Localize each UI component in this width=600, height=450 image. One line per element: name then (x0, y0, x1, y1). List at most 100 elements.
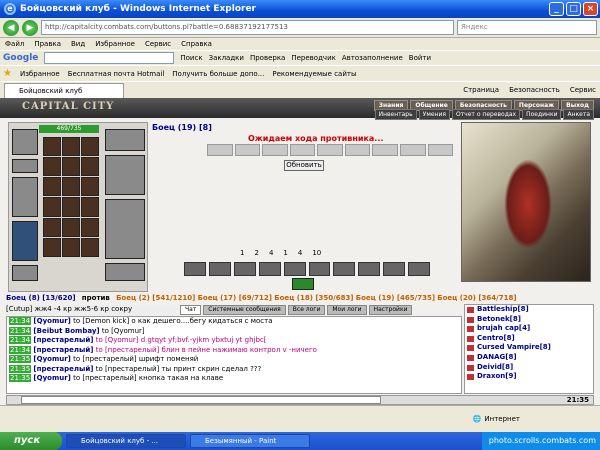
start-button[interactable]: пуск (0, 432, 62, 450)
google-autofill[interactable]: Автозаполнение (342, 54, 403, 62)
tab-my-logs[interactable]: Мои логи (327, 305, 367, 315)
action-button[interactable] (233, 262, 256, 276)
google-search-input[interactable] (44, 52, 175, 64)
chat-input[interactable] (21, 396, 381, 404)
google-spellcheck[interactable]: Проверка (250, 54, 285, 62)
chat-nick[interactable]: [Qyomur] (33, 317, 70, 325)
task-paint[interactable]: Безымянный - Paint (190, 434, 310, 448)
paperdoll-cell[interactable] (81, 177, 99, 197)
menu-view[interactable]: Вид (71, 38, 85, 50)
favorites-button[interactable]: Избранное (20, 70, 60, 78)
maximize-button[interactable]: □ (566, 2, 581, 16)
paperdoll-cell[interactable] (81, 237, 99, 257)
fav-link-hotmail[interactable]: Бесплатная почта Hotmail (68, 70, 165, 78)
paperdoll-cell[interactable] (43, 177, 61, 197)
paperdoll-cell[interactable] (81, 197, 99, 217)
task-ie[interactable]: Бойцовский клуб - ... (66, 434, 186, 448)
paperdoll-cell[interactable] (62, 217, 80, 237)
google-translate[interactable]: Переводчик (291, 54, 335, 62)
player-item[interactable]: Cursed Vampire[8] (465, 343, 593, 353)
google-signin[interactable]: Войти (409, 54, 431, 62)
paperdoll-cell[interactable] (43, 157, 61, 177)
weapon-slot[interactable] (12, 177, 38, 217)
versus-line: Боец (8) [13/620] против Боец (2) [541/1… (6, 294, 596, 304)
paperdoll-cell[interactable] (62, 177, 80, 197)
chat-line: 21:34 [Qyomur] to [Demon kick] о как деш… (7, 317, 461, 327)
action-button[interactable] (258, 262, 281, 276)
menu-tools[interactable]: Сервис (145, 38, 171, 50)
refresh-button[interactable]: Обновить (284, 160, 324, 171)
fav-link-addons[interactable]: Получить больше допо... (172, 70, 264, 78)
google-search-button[interactable]: Поиск (180, 54, 202, 62)
paperdoll-cell[interactable] (62, 157, 80, 177)
player-item[interactable]: Draxon[9] (465, 372, 593, 382)
player-item[interactable]: Battleship[8] (465, 305, 593, 315)
paperdoll-cell[interactable] (81, 217, 99, 237)
chat-nick[interactable]: [престарелый] (33, 346, 93, 354)
chat-nick[interactable]: [Beibut Bombay] (33, 327, 99, 335)
page-menu[interactable]: Страница (463, 86, 499, 94)
action-button[interactable] (333, 262, 356, 276)
legs-slot[interactable] (105, 199, 145, 259)
google-bookmarks[interactable]: Закладки (209, 54, 244, 62)
chat-nick[interactable]: [Qyomur] (33, 374, 70, 382)
safety-menu[interactable]: Безопасность (509, 86, 560, 94)
chat-nick[interactable]: [Qyomur] (33, 355, 70, 363)
paperdoll-cell[interactable] (43, 137, 61, 157)
amulet-slot[interactable] (12, 159, 38, 173)
minimize-button[interactable]: _ (549, 2, 564, 16)
search-input[interactable]: Яндекс (457, 20, 597, 35)
action-button[interactable] (184, 262, 206, 276)
player-item[interactable]: Centro[8] (465, 334, 593, 344)
nav-profile[interactable]: Анкета (563, 109, 594, 120)
fighter-name: Боец (19) [8] (152, 123, 212, 132)
chat-nick[interactable]: [престарелый] (33, 336, 93, 344)
forward-button[interactable]: ▶ (22, 19, 38, 36)
paperdoll-cell[interactable] (43, 217, 61, 237)
paperdoll-cell[interactable] (81, 157, 99, 177)
menu-help[interactable]: Справка (181, 38, 212, 50)
back-button[interactable]: ◀ (3, 19, 19, 36)
menu-file[interactable]: Файл (5, 38, 24, 50)
nav-skills[interactable]: Умения (418, 109, 450, 120)
close-button[interactable]: × (583, 2, 598, 16)
menu-edit[interactable]: Правка (34, 38, 61, 50)
paperdoll-cell[interactable] (62, 237, 80, 257)
player-item[interactable]: brujah cap[4] (465, 324, 593, 334)
player-item[interactable]: DANAG[8] (465, 353, 593, 363)
action-button[interactable] (383, 262, 406, 276)
helmet-slot[interactable] (12, 129, 38, 155)
paperdoll-cell[interactable] (81, 137, 99, 157)
address-input[interactable]: http://capitalcity.combats.com/buttons.p… (41, 20, 454, 35)
tab-settings[interactable]: Настройки (368, 305, 413, 315)
armor-slot[interactable] (12, 221, 38, 261)
paperdoll-cell[interactable] (43, 197, 61, 217)
action-button[interactable] (358, 262, 381, 276)
special-action-button[interactable] (292, 278, 314, 290)
paperdoll-cell[interactable] (43, 237, 61, 257)
chat-nick[interactable]: [престарелый] (33, 365, 93, 373)
tab-combats[interactable]: Бойцовский клуб (4, 82, 124, 98)
belt-slot[interactable] (12, 265, 38, 281)
tab-chat[interactable]: Чат (180, 305, 202, 315)
tools-menu[interactable]: Сервис (570, 86, 596, 94)
player-item[interactable]: Betonek[8] (465, 315, 593, 325)
action-button[interactable] (408, 262, 431, 276)
shield-slot[interactable] (105, 155, 145, 195)
action-button[interactable] (308, 262, 331, 276)
ring-slots[interactable] (105, 129, 145, 151)
nav-inventory[interactable]: Инвентарь (374, 109, 417, 120)
paperdoll-cell[interactable] (62, 197, 80, 217)
tab-all-logs[interactable]: Все логи (287, 305, 326, 315)
menu-favorites[interactable]: Избранное (95, 38, 135, 50)
player-item[interactable]: Deivid[8] (465, 363, 593, 373)
action-button[interactable] (208, 262, 231, 276)
paperdoll-cell[interactable] (62, 137, 80, 157)
nav-fights[interactable]: Поединки (522, 109, 562, 120)
chat-time: 21:34 (9, 345, 32, 354)
fav-link-suggested[interactable]: Рекомендуемые сайты (272, 70, 356, 78)
tab-system[interactable]: Системные сообщения (203, 305, 286, 315)
nav-transfers[interactable]: Отчет о переводах (451, 109, 521, 120)
action-button[interactable] (283, 262, 306, 276)
boots-slot[interactable] (105, 263, 145, 281)
